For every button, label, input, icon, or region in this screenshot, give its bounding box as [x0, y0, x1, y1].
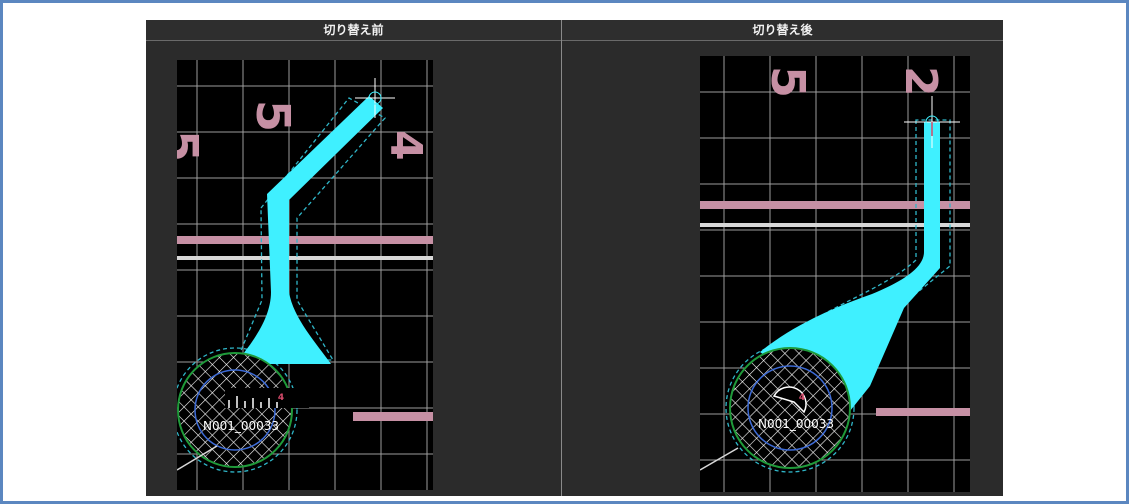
- silk-digit-1: 5: [177, 130, 208, 162]
- crosshair-icon: [904, 96, 960, 148]
- pin-number-label: 4: [278, 393, 284, 403]
- before-pcb-canvas[interactable]: 5 5 4 4 N001_0: [177, 60, 433, 490]
- before-panel-title: 切り替え前: [146, 20, 561, 41]
- net-name-label: N001_00033: [758, 417, 834, 431]
- ratsnest-line: [700, 447, 739, 471]
- silk-stub: [353, 412, 433, 421]
- after-pcb-drawing: 5 2 4 N001_00033: [700, 56, 970, 492]
- net-name-label: N001_00033: [203, 419, 279, 433]
- pad: [729, 347, 851, 469]
- silk-digit-2: 5: [246, 100, 300, 132]
- copper-trace: [235, 96, 383, 364]
- after-panel: 切り替え後 5 2 4 N001_00033: [562, 20, 1003, 496]
- silk-digit-3: 4: [380, 130, 431, 161]
- reference-line: [177, 256, 433, 260]
- pin-number-label: 4: [799, 393, 805, 403]
- before-pcb-drawing: 5 5 4 4 N001_0: [177, 60, 433, 490]
- before-panel: 切り替え前 5 4 4 N001_00033: [146, 20, 561, 496]
- silk-digit-1: 5: [761, 66, 815, 98]
- after-pcb-canvas[interactable]: 5 2 4 N001_00033: [700, 56, 970, 492]
- after-panel-title: 切り替え後: [562, 20, 1003, 41]
- silk-bar: [177, 236, 433, 244]
- silk-stub: [876, 408, 970, 416]
- screenshot-frame: 切り替え前 5 4 4 N001_00033 切り替え後 5 2 4 N001_…: [0, 0, 1129, 504]
- silk-digit-2: 2: [895, 66, 946, 97]
